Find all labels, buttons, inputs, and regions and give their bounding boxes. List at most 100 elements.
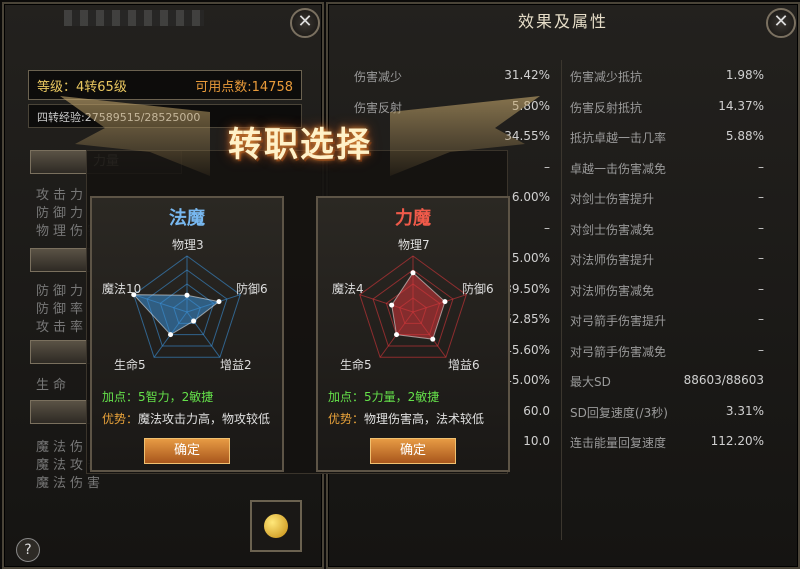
attribute-label: 连击能量回复速度 bbox=[570, 436, 667, 450]
radar-point bbox=[168, 332, 174, 338]
radar-point bbox=[442, 299, 448, 305]
add-points-label: 加点：5智力，2敏捷 bbox=[102, 390, 214, 404]
axis-label: 增益2 bbox=[220, 358, 252, 372]
attribute-value: – bbox=[758, 312, 764, 326]
attribute-label: 对弓箭手伤害减免 bbox=[570, 344, 667, 359]
advantage-label: 优势：魔法攻击力高，物攻较低 bbox=[102, 412, 271, 426]
dialog-banner: 转职选择 bbox=[228, 125, 372, 165]
attribute-value: 5.00% bbox=[511, 251, 550, 265]
level-label: 等级：4转65级 bbox=[37, 80, 127, 95]
attribute-value: 3.31% bbox=[725, 403, 764, 418]
axis-label: 物理3 bbox=[172, 238, 204, 252]
stat-label: 攻击力 bbox=[36, 188, 88, 203]
attribute-value: 10.0 bbox=[523, 434, 550, 448]
attribute-label: SD回复速度(/3秒) bbox=[570, 405, 668, 420]
attribute-value: – bbox=[758, 342, 764, 357]
attribute-row: 连击能量回复速度 112.20% bbox=[570, 434, 764, 450]
advantage-label: 优势：物理伤害高，法术较低 bbox=[328, 412, 485, 426]
points-label: 可用点数:14758 bbox=[195, 80, 293, 95]
radar-chart bbox=[92, 234, 282, 374]
attribute-label: 对剑士伤害提升 bbox=[570, 192, 655, 206]
attribute-row: SD回复速度(/3秒) 3.31% bbox=[570, 404, 764, 420]
axis-label: 增益6 bbox=[448, 358, 480, 372]
column-divider bbox=[561, 60, 562, 540]
stat-label: 魔法伤害 bbox=[36, 476, 105, 491]
close-icon[interactable]: ✕ bbox=[766, 8, 796, 38]
class-card-magic: 法魔 物理3 防御6 增益2 生命5 魔法10 加点：5智力，2敏捷 优势：魔法… bbox=[90, 196, 284, 472]
confirm-button[interactable]: 确定 bbox=[370, 438, 456, 464]
attribute-label: 伤害减少 bbox=[354, 70, 403, 84]
radar-point bbox=[394, 332, 400, 338]
attribute-value: 6.00% bbox=[511, 190, 550, 204]
panel-title: 效果及属性 bbox=[517, 12, 608, 31]
attribute-value: 52.85% bbox=[504, 312, 550, 326]
attribute-value: 60.0 bbox=[523, 403, 550, 418]
attribute-label: 伤害反射抵抗 bbox=[570, 100, 643, 115]
attribute-value: – bbox=[758, 251, 764, 265]
attribute-row: 卓越一击伤害减免 – bbox=[570, 160, 764, 176]
radar-chart bbox=[318, 234, 508, 374]
axis-label: 生命5 bbox=[114, 358, 146, 372]
attribute-value: 1.98% bbox=[725, 68, 764, 82]
axis-label: 生命5 bbox=[340, 358, 372, 372]
radar-point bbox=[216, 299, 222, 305]
class-card-strength: 力魔 物理7 防御6 增益6 生命5 魔法4 加点：5力量，2敏捷 优势：物理伤… bbox=[316, 196, 510, 472]
attribute-value: – bbox=[758, 220, 764, 235]
radar-point bbox=[389, 302, 395, 308]
card-title: 力魔 bbox=[395, 208, 431, 229]
attribute-label: 最大SD bbox=[570, 375, 611, 389]
attribute-label: 卓越一击伤害减免 bbox=[570, 161, 667, 176]
help-button[interactable]: ? bbox=[16, 538, 40, 562]
attribute-value: 112.20% bbox=[710, 434, 764, 448]
attribute-value: – bbox=[758, 190, 764, 204]
card-title: 法魔 bbox=[169, 208, 205, 229]
add-points-label: 加点：5力量，2敏捷 bbox=[328, 390, 440, 404]
apple-icon bbox=[264, 514, 288, 538]
attribute-value: 31.42% bbox=[504, 68, 550, 82]
axis-label: 防御6 bbox=[236, 282, 268, 296]
attribute-value: 5.88% bbox=[725, 129, 764, 143]
attribute-value: 39.50% bbox=[504, 281, 550, 296]
attribute-value: 14.37% bbox=[718, 98, 764, 113]
attribute-row: 对法师伤害提升 – bbox=[570, 251, 764, 267]
attribute-label: 对剑士伤害减免 bbox=[570, 222, 655, 237]
attribute-value: – bbox=[758, 281, 764, 296]
radar-point bbox=[184, 292, 190, 298]
attribute-label: 对法师伤害减免 bbox=[570, 283, 655, 298]
axis-label: 魔法10 bbox=[102, 282, 142, 296]
attribute-value: 88603/88603 bbox=[683, 373, 764, 387]
stat-label: 防御率 bbox=[36, 302, 88, 317]
radar-value-area bbox=[391, 272, 446, 340]
attribute-row: 对弓箭手伤害减免 – bbox=[570, 343, 764, 359]
axis-label: 魔法4 bbox=[332, 282, 364, 296]
axis-label: 防御6 bbox=[462, 282, 494, 296]
attribute-row: 对剑士伤害提升 – bbox=[570, 190, 764, 206]
stat-label: 防御力 bbox=[36, 206, 88, 221]
attribute-value: – bbox=[544, 220, 550, 235]
close-icon[interactable]: ✕ bbox=[290, 8, 320, 38]
attribute-row: 对法师伤害减免 – bbox=[570, 282, 764, 298]
level-box: 等级：4转65级 可用点数:14758 bbox=[28, 70, 302, 100]
stat-label: 攻击率 bbox=[36, 320, 88, 335]
golden-apple-item[interactable] bbox=[250, 500, 302, 552]
attribute-label: 伤害减少抵抗 bbox=[570, 70, 643, 84]
confirm-button[interactable]: 确定 bbox=[144, 438, 230, 464]
attribute-row: 对弓箭手伤害提升 – bbox=[570, 312, 764, 328]
axis-label: 物理7 bbox=[398, 238, 430, 252]
attribute-value: – bbox=[544, 159, 550, 174]
attribute-row: 抵抗卓越一击几率 5.88% bbox=[570, 129, 764, 145]
radar-point bbox=[191, 318, 197, 324]
attribute-value: – bbox=[758, 159, 764, 174]
stat-label: 生命 bbox=[36, 378, 71, 393]
attribute-row: 伤害反射抵抗 14.37% bbox=[570, 99, 764, 115]
attribute-row: 对剑士伤害减免 – bbox=[570, 221, 764, 237]
attribute-label: 对法师伤害提升 bbox=[570, 253, 655, 267]
attribute-row: 伤害减少抵抗 1.98% bbox=[570, 68, 764, 84]
attribute-label: 抵抗卓越一击几率 bbox=[570, 131, 667, 145]
stat-label: 防御力 bbox=[36, 284, 88, 299]
attribute-row: 最大SD 88603/88603 bbox=[570, 373, 764, 389]
attribute-value: 45.60% bbox=[504, 342, 550, 357]
attribute-label: 对弓箭手伤害提升 bbox=[570, 314, 667, 328]
radar-point bbox=[410, 270, 416, 276]
attribute-row: 伤害减少 31.42% bbox=[354, 68, 550, 84]
